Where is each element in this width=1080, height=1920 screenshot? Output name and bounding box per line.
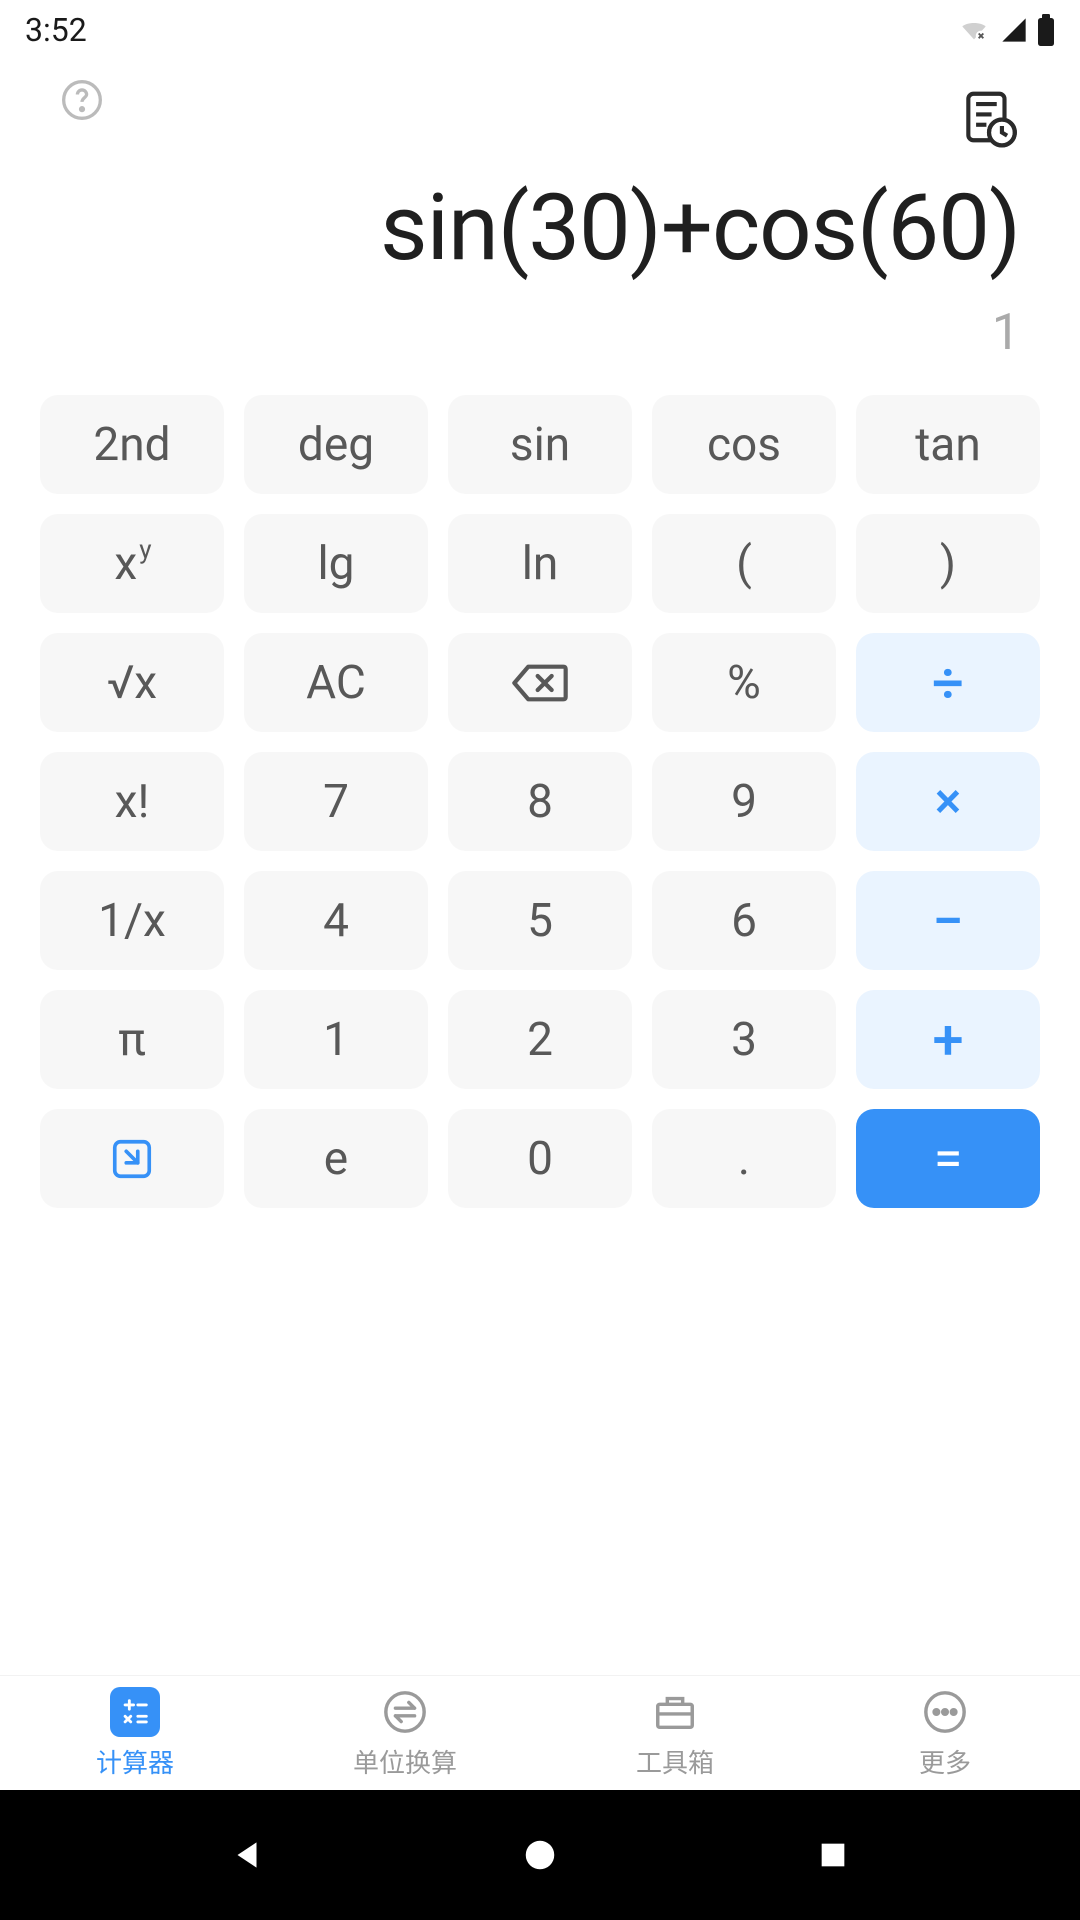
- key-second[interactable]: 2nd: [40, 395, 224, 494]
- help-icon[interactable]: [60, 78, 104, 122]
- key-e[interactable]: e: [244, 1109, 428, 1208]
- nav-toolbox[interactable]: 工具箱: [540, 1676, 810, 1790]
- key-divide[interactable]: ÷: [856, 633, 1040, 732]
- keypad: 2nd deg sin cos tan xy lg ln ( ) √x AC %…: [0, 395, 1080, 1208]
- key-pi[interactable]: π: [40, 990, 224, 1089]
- key-equals[interactable]: =: [856, 1109, 1040, 1208]
- key-percent[interactable]: %: [652, 633, 836, 732]
- key-9[interactable]: 9: [652, 752, 836, 851]
- key-7[interactable]: 7: [244, 752, 428, 851]
- key-minus[interactable]: −: [856, 871, 1040, 970]
- key-6[interactable]: 6: [652, 871, 836, 970]
- android-nav-bar: [0, 1790, 1080, 1920]
- key-deg[interactable]: deg: [244, 395, 428, 494]
- status-bar: 3:52: [0, 0, 1080, 60]
- key-3[interactable]: 3: [652, 990, 836, 1089]
- backspace-icon: [511, 662, 569, 704]
- history-icon[interactable]: [958, 86, 1020, 148]
- key-factorial[interactable]: x!: [40, 752, 224, 851]
- key-ln[interactable]: ln: [448, 514, 632, 613]
- android-back-button[interactable]: [222, 1830, 272, 1880]
- android-home-button[interactable]: [515, 1830, 565, 1880]
- top-bar: [0, 60, 1080, 165]
- nav-calculator-label: 计算器: [96, 1743, 174, 1780]
- key-8[interactable]: 8: [448, 752, 632, 851]
- bottom-nav: 计算器 单位换算 工具箱: [0, 1675, 1080, 1790]
- result-text: 1: [992, 304, 1020, 362]
- nav-unit[interactable]: 单位换算: [270, 1676, 540, 1790]
- calculator-display: sin(30)+cos(60) 1: [0, 165, 1080, 395]
- key-collapse[interactable]: [40, 1109, 224, 1208]
- key-sqrt[interactable]: √x: [40, 633, 224, 732]
- key-cos[interactable]: cos: [652, 395, 836, 494]
- android-recent-button[interactable]: [808, 1830, 858, 1880]
- key-tan[interactable]: tan: [856, 395, 1040, 494]
- nav-more[interactable]: 更多: [810, 1676, 1080, 1790]
- collapse-icon: [109, 1136, 155, 1182]
- more-icon: [920, 1687, 970, 1737]
- key-backspace[interactable]: [448, 633, 632, 732]
- nav-calculator[interactable]: 计算器: [0, 1676, 270, 1790]
- nav-more-label: 更多: [919, 1743, 971, 1780]
- key-sin[interactable]: sin: [448, 395, 632, 494]
- key-0[interactable]: 0: [448, 1109, 632, 1208]
- key-left-paren[interactable]: (: [652, 514, 836, 613]
- status-time: 3:52: [25, 11, 87, 49]
- swap-icon: [380, 1687, 430, 1737]
- wifi-off-icon: [957, 16, 991, 44]
- nav-unit-label: 单位换算: [353, 1743, 457, 1780]
- status-icons: [957, 14, 1055, 46]
- nav-toolbox-label: 工具箱: [636, 1743, 714, 1780]
- key-lg[interactable]: lg: [244, 514, 428, 613]
- key-decimal[interactable]: .: [652, 1109, 836, 1208]
- key-reciprocal[interactable]: 1/x: [40, 871, 224, 970]
- signal-icon: [999, 16, 1029, 44]
- key-all-clear[interactable]: AC: [244, 633, 428, 732]
- key-plus[interactable]: +: [856, 990, 1040, 1089]
- key-4[interactable]: 4: [244, 871, 428, 970]
- key-right-paren[interactable]: ): [856, 514, 1040, 613]
- battery-icon: [1037, 14, 1055, 46]
- expression-text: sin(30)+cos(60): [380, 175, 1020, 282]
- key-power[interactable]: xy: [40, 514, 224, 613]
- key-1[interactable]: 1: [244, 990, 428, 1089]
- key-5[interactable]: 5: [448, 871, 632, 970]
- toolbox-icon: [650, 1687, 700, 1737]
- key-multiply[interactable]: ×: [856, 752, 1040, 851]
- key-2[interactable]: 2: [448, 990, 632, 1089]
- calculator-icon: [110, 1687, 160, 1737]
